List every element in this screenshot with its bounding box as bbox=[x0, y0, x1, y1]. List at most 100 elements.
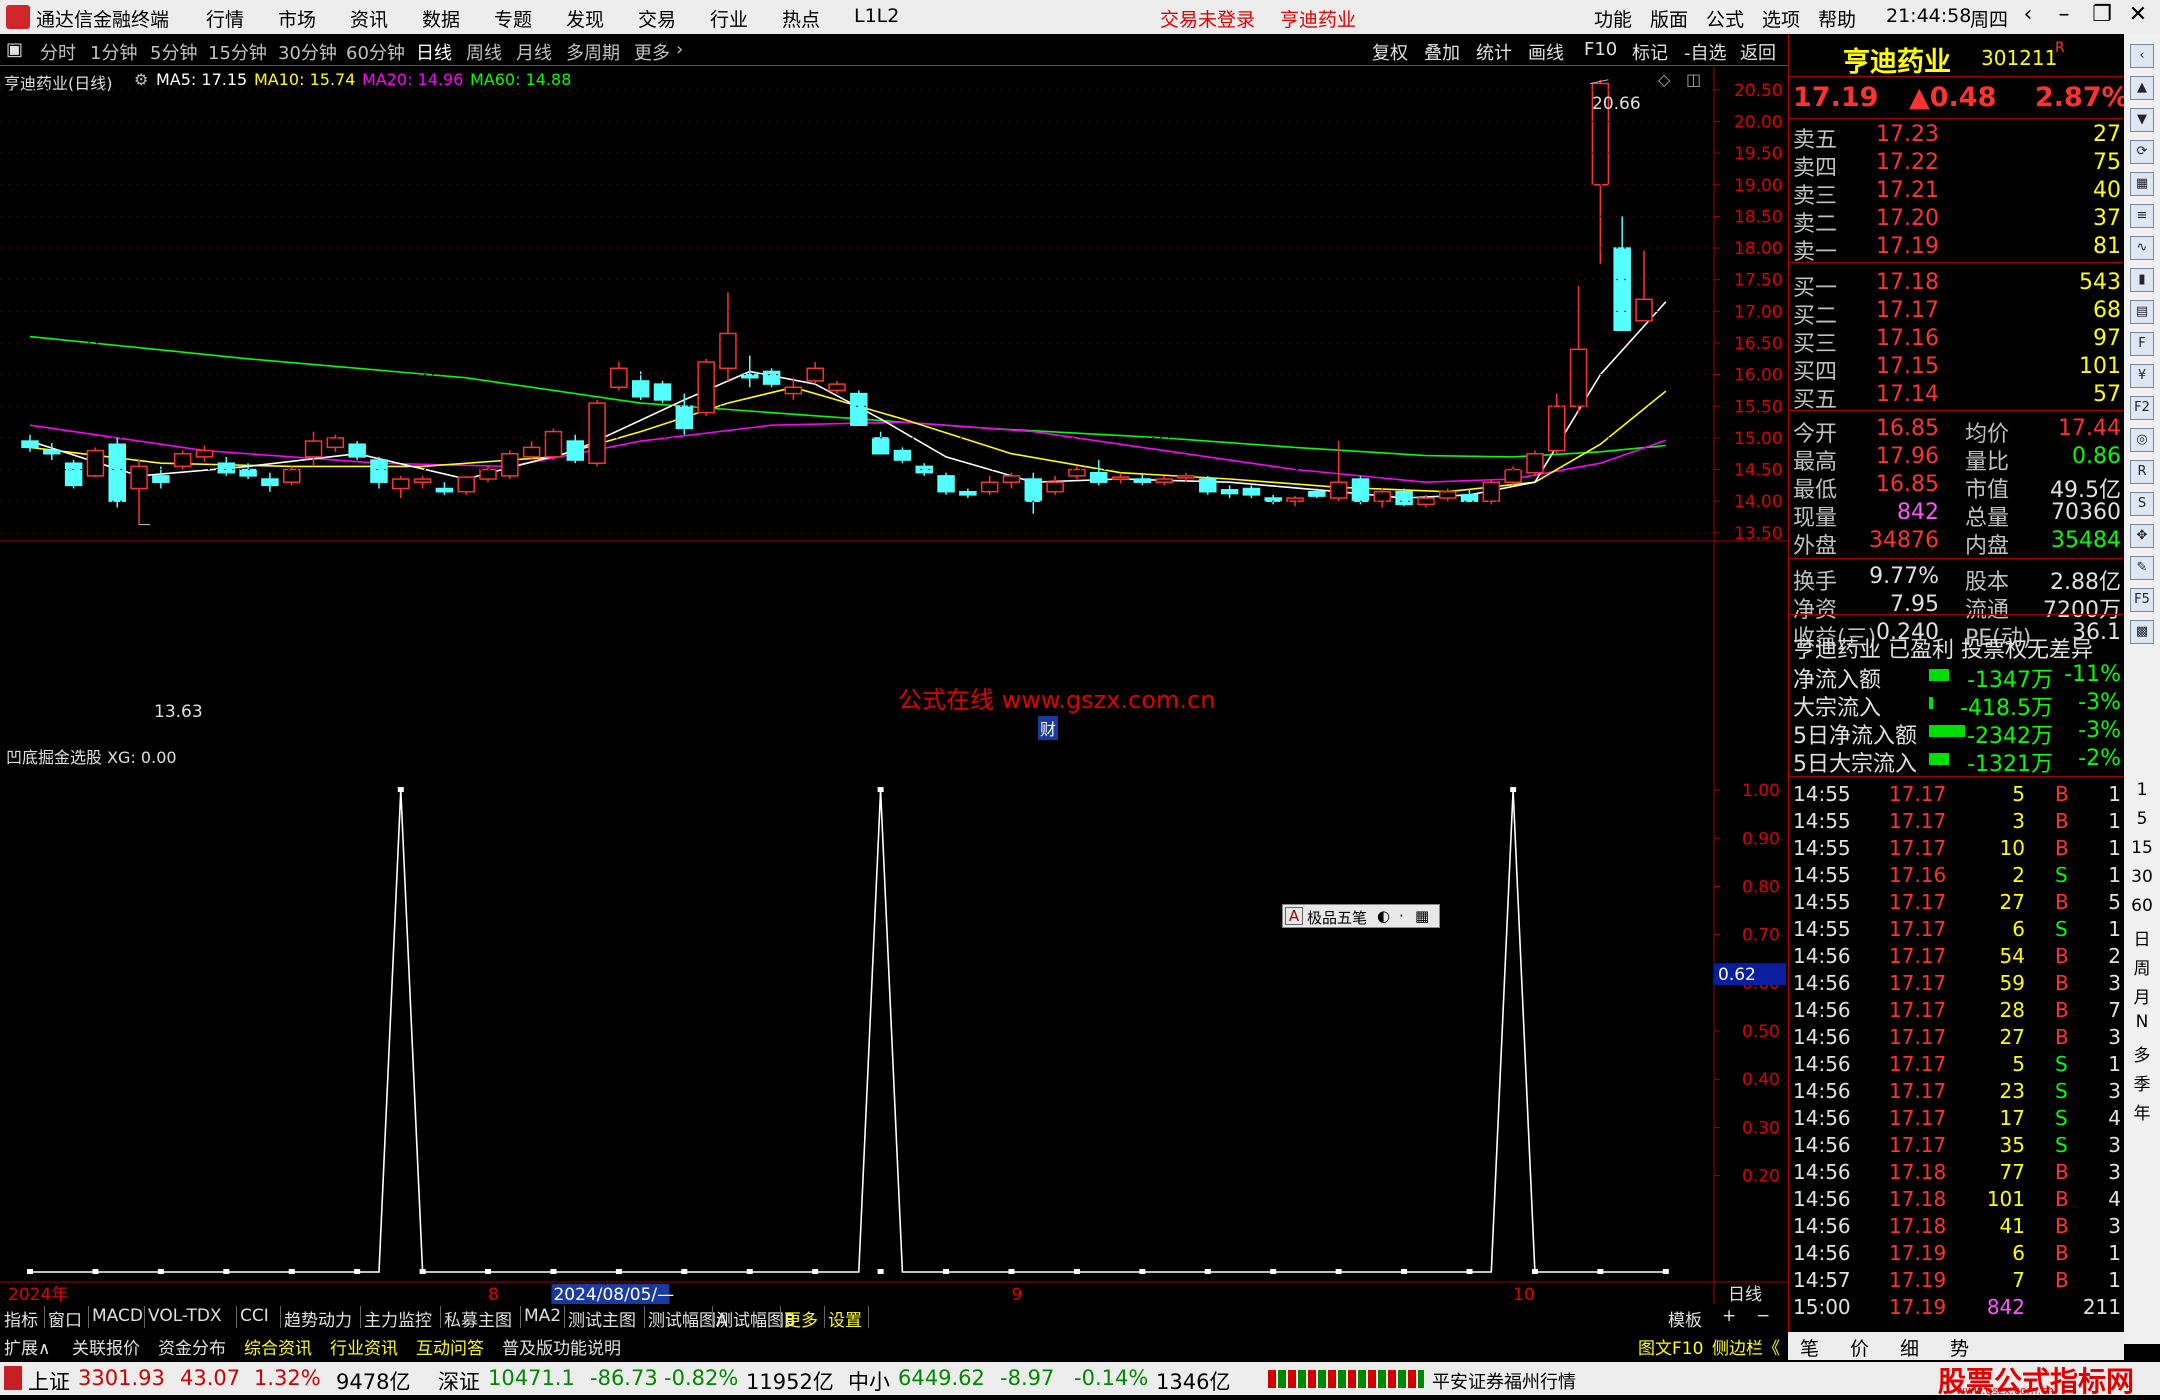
bottom-tab-2[interactable]: 资金分布 bbox=[158, 1334, 226, 1359]
minimize-icon[interactable]: – bbox=[2046, 2, 2082, 27]
more-chevron-icon[interactable]: › bbox=[676, 39, 683, 60]
collapse-icon[interactable]: ‹ bbox=[2130, 44, 2154, 68]
indicator-tab-6[interactable]: 主力监控 bbox=[364, 1306, 432, 1331]
toggle-icon[interactable]: ▣ bbox=[6, 39, 23, 60]
bottom-tab-5[interactable]: 互动问答 bbox=[416, 1334, 484, 1359]
index-name-2[interactable]: 中小 bbox=[848, 1366, 890, 1396]
period-30min[interactable]: 30分钟 bbox=[278, 39, 337, 65]
finance-icon[interactable]: ¥ bbox=[2130, 364, 2154, 388]
tool-stats[interactable]: 统计 bbox=[1476, 39, 1512, 65]
menu-function[interactable]: 功能 bbox=[1594, 5, 1632, 32]
bottom-tab-6[interactable]: 普及版功能说明 bbox=[502, 1334, 621, 1359]
menu-options[interactable]: 选项 bbox=[1762, 5, 1800, 32]
f10-icon[interactable]: F bbox=[2130, 332, 2154, 356]
close-icon[interactable]: ✕ bbox=[2120, 2, 2156, 27]
kline-chart[interactable]: 20.50 20.00 19.50 19.00 18.50 18.00 17.50 17.00… bbox=[0, 66, 1788, 1304]
tool-back[interactable]: 返回 bbox=[1740, 39, 1776, 65]
side-period-9[interactable]: 多 bbox=[2124, 1041, 2160, 1066]
indicator-tab-1[interactable]: 窗口 bbox=[48, 1306, 82, 1331]
period-multi[interactable]: 多周期 bbox=[566, 39, 620, 65]
side-period-7[interactable]: 月 bbox=[2124, 983, 2160, 1008]
ime-mode-icon[interactable]: A bbox=[1285, 907, 1303, 925]
bottom-tab-4[interactable]: 行业资讯 bbox=[330, 1334, 398, 1359]
candle-icon[interactable]: ▮ bbox=[2130, 268, 2154, 292]
period-daily[interactable]: 日线 bbox=[416, 39, 452, 65]
panel-tab-0[interactable]: 笔 bbox=[1800, 1334, 1819, 1361]
ime-keyboard-icon[interactable]: ▦ bbox=[1415, 907, 1429, 925]
side-period-0[interactable]: 1 bbox=[2124, 780, 2160, 800]
menu-industry[interactable]: 行业 bbox=[710, 5, 748, 32]
circle-icon[interactable]: ◎ bbox=[2130, 428, 2154, 452]
tab-template[interactable]: 模板 bbox=[1668, 1306, 1702, 1331]
back-icon[interactable]: ‹ bbox=[2010, 2, 2046, 27]
side-period-1[interactable]: 5 bbox=[2124, 809, 2160, 829]
side-period-2[interactable]: 15 bbox=[2124, 838, 2160, 858]
menu-l1l2[interactable]: L1L2 bbox=[854, 5, 899, 27]
menu-data[interactable]: 数据 bbox=[422, 5, 460, 32]
image-icon[interactable]: ▩ bbox=[2130, 620, 2154, 644]
period-1min[interactable]: 1分钟 bbox=[90, 39, 137, 65]
ime-popup[interactable]: A 极品五笔 ◐ · ▦ bbox=[1282, 904, 1440, 928]
side-period-10[interactable]: 季 bbox=[2124, 1070, 2160, 1095]
login-status[interactable]: 交易未登录 bbox=[1160, 5, 1255, 32]
indicator-tab-4[interactable]: CCI bbox=[240, 1306, 269, 1326]
menu-markets[interactable]: 市场 bbox=[278, 5, 316, 32]
rsi-icon[interactable]: R bbox=[2130, 460, 2154, 484]
tab-remove[interactable]: − bbox=[1756, 1306, 1770, 1326]
indicator-tab-5[interactable]: 趋势动力 bbox=[284, 1306, 352, 1331]
side-period-3[interactable]: 30 bbox=[2124, 867, 2160, 887]
index-name-1[interactable]: 深证 bbox=[438, 1366, 480, 1396]
tool-f10[interactable]: F10 bbox=[1584, 39, 1617, 60]
menu-help[interactable]: 帮助 bbox=[1818, 5, 1856, 32]
index-name-0[interactable]: 上证 bbox=[28, 1366, 70, 1396]
indicator-tab-3[interactable]: VOL-TDX bbox=[148, 1306, 222, 1326]
period-more[interactable]: 更多 bbox=[634, 39, 670, 65]
period-weekly[interactable]: 周线 bbox=[466, 39, 502, 65]
menu-formula[interactable]: 公式 bbox=[1706, 5, 1744, 32]
period-60min[interactable]: 60分钟 bbox=[346, 39, 405, 65]
down-icon[interactable]: ▼ bbox=[2130, 108, 2154, 132]
tab-f10[interactable]: 图文F10 bbox=[1638, 1334, 1703, 1359]
bottom-tab-3[interactable]: 综合资讯 bbox=[244, 1334, 312, 1359]
ime-moon-icon[interactable]: ◐ bbox=[1377, 907, 1390, 925]
tool-remove-watch[interactable]: -自选 bbox=[1684, 39, 1727, 65]
tab-add[interactable]: + bbox=[1722, 1306, 1736, 1326]
indicator-tab-7[interactable]: 私募主图 bbox=[444, 1306, 512, 1331]
indicator-tab-9[interactable]: 测试主图 bbox=[568, 1306, 636, 1331]
indicator-tab-0[interactable]: 指标 bbox=[4, 1306, 38, 1331]
side-period-5[interactable]: 日 bbox=[2124, 925, 2160, 950]
indicator-tab-13[interactable]: 设置 bbox=[828, 1306, 862, 1331]
s-icon[interactable]: S bbox=[2130, 492, 2154, 516]
move-icon[interactable]: ✥ bbox=[2130, 524, 2154, 548]
side-period-11[interactable]: 年 bbox=[2124, 1099, 2160, 1124]
menu-news[interactable]: 资讯 bbox=[350, 5, 388, 32]
indicator-tab-8[interactable]: MA2 bbox=[524, 1306, 561, 1326]
period-15min[interactable]: 15分钟 bbox=[208, 39, 267, 65]
bottom-tab-0[interactable]: 扩展∧ bbox=[4, 1334, 50, 1359]
restore-icon[interactable]: ❐ bbox=[2084, 2, 2120, 27]
up-icon[interactable]: ▲ bbox=[2130, 76, 2154, 100]
side-period-8[interactable]: N bbox=[2124, 1012, 2160, 1032]
bottom-tab-1[interactable]: 关联报价 bbox=[72, 1334, 140, 1359]
finance-marker[interactable]: 财 bbox=[1038, 716, 1059, 740]
tool-draw[interactable]: 画线 bbox=[1528, 39, 1564, 65]
list-icon[interactable]: ≡ bbox=[2130, 204, 2154, 228]
pen-icon[interactable]: ✎ bbox=[2130, 556, 2154, 580]
panel-tab-2[interactable]: 细 bbox=[1900, 1334, 1919, 1361]
panel-tab-3[interactable]: 势 bbox=[1950, 1334, 1969, 1361]
table-icon[interactable]: ▤ bbox=[2130, 300, 2154, 324]
side-period-4[interactable]: 60 bbox=[2124, 896, 2160, 916]
tab-sidebar[interactable]: 侧边栏《 bbox=[1712, 1334, 1780, 1359]
tool-adjust[interactable]: 复权 bbox=[1372, 39, 1408, 65]
period-intraday[interactable]: 分时 bbox=[40, 39, 76, 65]
menu-market[interactable]: 行情 bbox=[206, 5, 244, 32]
f2-icon[interactable]: F2 bbox=[2130, 396, 2154, 420]
period-5min[interactable]: 5分钟 bbox=[150, 39, 197, 65]
ime-dot-icon[interactable]: · bbox=[1399, 907, 1404, 925]
panel-tab-1[interactable]: 价 bbox=[1850, 1334, 1869, 1361]
chart-icon[interactable]: ∿ bbox=[2130, 236, 2154, 260]
indicator-tab-2[interactable]: MACD bbox=[92, 1306, 143, 1326]
menu-trade[interactable]: 交易 bbox=[638, 5, 676, 32]
grid-icon[interactable]: ▦ bbox=[2130, 172, 2154, 196]
menu-discover[interactable]: 发现 bbox=[566, 5, 604, 32]
